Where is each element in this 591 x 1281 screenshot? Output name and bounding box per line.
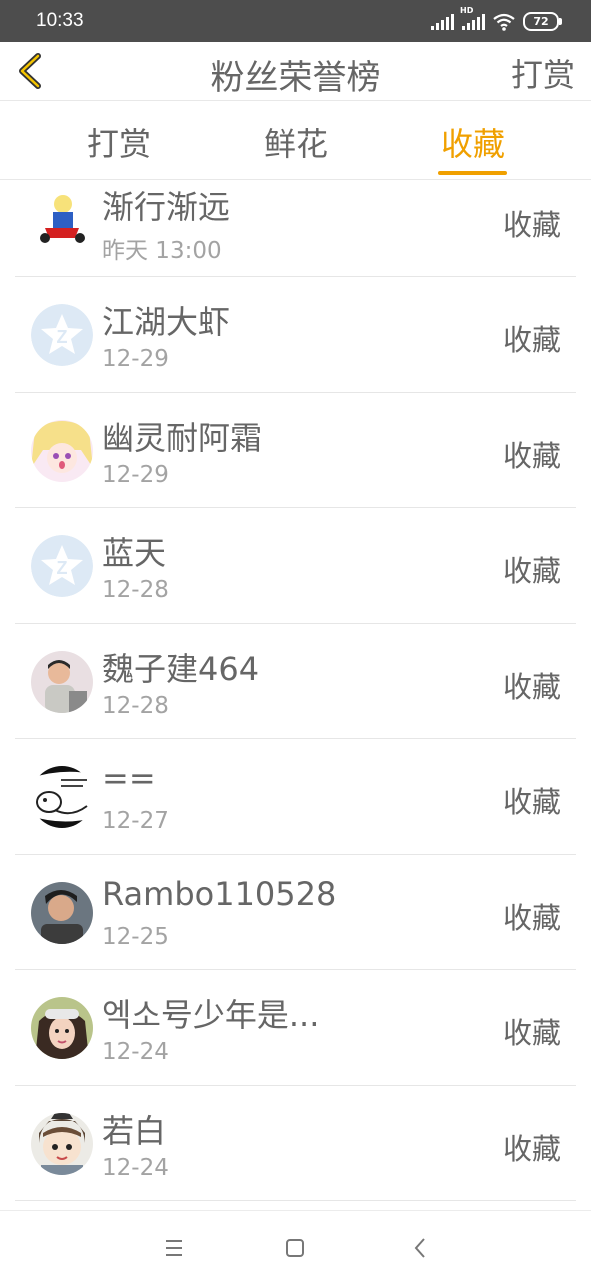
fan-list: 渐行渐远 昨天 13:00 收藏 Z 江湖大虾 12-29 收藏 幽灵耐阿霜 1… <box>0 180 591 1210</box>
battery-icon: 72 <box>523 12 562 31</box>
back-nav-button[interactable] <box>405 1233 435 1263</box>
fan-date: 12-27 <box>102 808 169 834</box>
svg-text:Z: Z <box>57 327 68 347</box>
favorite-label[interactable]: 收藏 <box>503 1126 561 1168</box>
list-item[interactable]: Z 江湖大虾 12-29 收藏 <box>15 277 576 393</box>
favorite-label[interactable]: 收藏 <box>503 317 561 359</box>
favorite-label[interactable]: 收藏 <box>503 548 561 590</box>
active-tab-indicator <box>438 171 507 175</box>
fan-name: 渐行渐远 <box>102 188 231 226</box>
list-item[interactable]: 엑소号少年是... 12-24 收藏 <box>15 970 576 1086</box>
list-item[interactable]: Rambo110528 12-25 收藏 <box>15 855 576 970</box>
tab-reward[interactable]: 打赏 <box>79 119 159 165</box>
favorite-label[interactable]: 收藏 <box>503 1010 561 1052</box>
avatar <box>31 997 93 1059</box>
favorite-label[interactable]: 收藏 <box>503 433 561 475</box>
list-item[interactable]: 渐行渐远 昨天 13:00 收藏 <box>15 180 576 277</box>
fan-date: 12-29 <box>102 461 169 488</box>
fan-name: 魏子建464 <box>102 649 260 688</box>
nav-bar: 粉丝荣誉榜 打赏 <box>0 42 591 101</box>
avatar: Z <box>31 304 93 366</box>
reward-button[interactable]: 打赏 <box>511 50 575 96</box>
avatar <box>31 650 93 713</box>
tab-favorites[interactable]: 收藏 <box>433 119 513 165</box>
avatar <box>31 881 93 944</box>
fan-name: 幽灵耐阿霜 <box>102 418 263 457</box>
svg-text:Z: Z <box>57 558 68 578</box>
system-nav-bar <box>0 1210 591 1281</box>
list-item[interactable]: 魏子建464 12-28 收藏 <box>15 624 576 739</box>
fan-name: Rambo110528 <box>102 874 337 913</box>
tab-bar: 打赏 鲜花 收藏 <box>0 101 591 180</box>
list-item[interactable]: == 12-27 收藏 <box>15 739 576 855</box>
fan-date: 12-25 <box>102 923 169 950</box>
status-bar: 10:33 HD 72 <box>0 0 591 42</box>
fan-date: 昨天 13:00 <box>102 238 222 264</box>
avatar <box>31 766 93 828</box>
back-arrow-icon <box>414 1238 425 1258</box>
fan-name: 蓝天 <box>102 534 167 572</box>
fan-date: 12-24 <box>102 1154 169 1181</box>
menu-button[interactable] <box>159 1233 189 1263</box>
favorite-label[interactable]: 收藏 <box>503 779 561 821</box>
tab-flowers[interactable]: 鲜花 <box>256 119 336 165</box>
menu-icon <box>166 1240 182 1256</box>
fan-name: == <box>102 759 156 797</box>
fan-date: 12-28 <box>102 577 169 603</box>
favorite-label[interactable]: 收藏 <box>503 202 561 244</box>
avatar <box>31 1112 93 1175</box>
fan-name: 엑소号少年是... <box>102 996 320 1034</box>
list-item[interactable]: Z 蓝天 12-28 收藏 <box>15 508 576 624</box>
status-time: 10:33 <box>36 10 84 31</box>
page-title: 粉丝荣誉榜 <box>210 58 381 98</box>
list-item[interactable]: 幽灵耐阿霜 12-29 收藏 <box>15 393 576 508</box>
cellular-signal-icon <box>431 13 454 30</box>
status-icons: HD 72 <box>431 6 562 31</box>
fan-name: 若白 <box>102 1111 167 1150</box>
hd-signal-icon: HD <box>460 6 485 30</box>
list-item[interactable]: 若白 12-24 收藏 <box>15 1086 576 1201</box>
fan-name: 江湖大虾 <box>102 303 231 341</box>
home-icon <box>286 1239 304 1257</box>
fan-date: 12-29 <box>102 346 169 372</box>
avatar <box>31 419 93 482</box>
avatar <box>31 188 93 250</box>
favorite-label[interactable]: 收藏 <box>503 895 561 937</box>
home-button[interactable] <box>280 1233 310 1263</box>
avatar: Z <box>31 535 93 597</box>
wifi-icon <box>493 13 515 31</box>
fan-date: 12-28 <box>102 692 169 719</box>
favorite-label[interactable]: 收藏 <box>503 664 561 706</box>
fan-date: 12-24 <box>102 1039 169 1065</box>
